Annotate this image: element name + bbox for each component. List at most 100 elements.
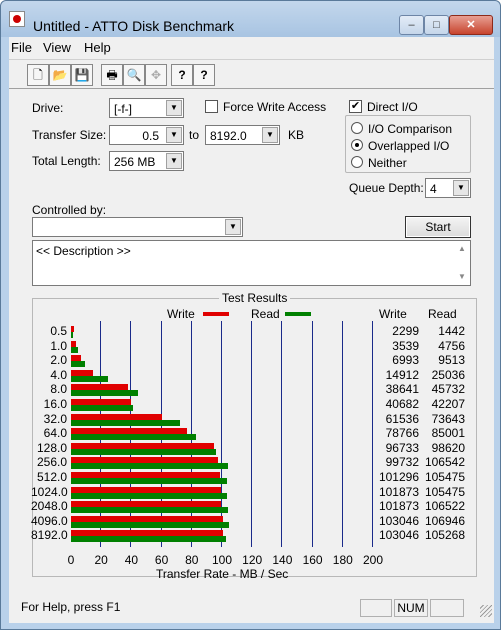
print-preview-icon: 🔍 bbox=[126, 68, 142, 82]
help-button[interactable]: ? bbox=[171, 64, 193, 86]
y-tick-label: 128.0 bbox=[36, 440, 67, 455]
window-title: Untitled - ATTO Disk Benchmark bbox=[33, 18, 234, 34]
y-tick-label: 512.0 bbox=[36, 470, 67, 484]
chart-gridline bbox=[312, 321, 313, 547]
queue-depth-label: Queue Depth: bbox=[349, 181, 424, 195]
write-value: 61536 bbox=[385, 411, 419, 426]
read-value: 9513 bbox=[438, 353, 465, 368]
menu-file[interactable]: File bbox=[11, 40, 32, 55]
transfer-to-select[interactable]: 8192.0 ▼ bbox=[205, 125, 280, 145]
title-bar[interactable]: Untitled - ATTO Disk Benchmark – □ ✕ bbox=[1, 1, 500, 37]
drive-label: Drive: bbox=[32, 101, 64, 115]
scroll-up-icon[interactable]: ▲ bbox=[455, 242, 469, 256]
save-button[interactable]: 💾 bbox=[71, 64, 93, 86]
x-tick-label: 100 bbox=[211, 553, 233, 567]
y-tick-label: 16.0 bbox=[43, 397, 67, 411]
write-legend-swatch bbox=[203, 312, 229, 316]
write-value: 101873 bbox=[378, 499, 419, 514]
read-value: 85001 bbox=[431, 426, 465, 441]
status-bar: For Help, press F1 NUM bbox=[9, 597, 494, 619]
x-tick-label: 0 bbox=[67, 553, 75, 567]
x-tick-label: 80 bbox=[185, 553, 199, 567]
chart-gridline bbox=[372, 321, 373, 547]
read-bar bbox=[71, 478, 227, 484]
chart-gridline bbox=[281, 321, 282, 547]
chevron-down-icon: ▼ bbox=[262, 127, 278, 143]
minimize-button[interactable]: – bbox=[399, 15, 424, 35]
chevron-down-icon: ▼ bbox=[225, 219, 241, 235]
write-value: 6993 bbox=[392, 353, 419, 368]
chart-gridline bbox=[251, 321, 252, 547]
transfer-to-value: 8192.0 bbox=[210, 129, 247, 143]
x-tick-label: 20 bbox=[94, 553, 108, 567]
results-chart bbox=[71, 321, 373, 547]
total-length-select[interactable]: 256 MB ▼ bbox=[109, 151, 184, 171]
y-tick-label: 4096.0 bbox=[31, 513, 68, 528]
scroll-down-icon[interactable]: ▼ bbox=[455, 270, 469, 284]
read-value: 1442 bbox=[438, 324, 465, 338]
menu-view[interactable]: View bbox=[43, 40, 71, 55]
write-value: 103046 bbox=[378, 528, 419, 543]
overlapped-io-radio[interactable] bbox=[351, 139, 363, 151]
move-button[interactable]: ✥ bbox=[145, 64, 167, 86]
queue-depth-select[interactable]: 4 ▼ bbox=[425, 178, 471, 198]
write-value: 99732 bbox=[385, 455, 419, 470]
new-button[interactable]: 🗋 bbox=[27, 64, 49, 86]
client-area: File View Help 🗋 📂 💾 🖶 🔍 ✥ ? ? Drive: [-… bbox=[9, 37, 494, 623]
read-value: 73643 bbox=[431, 411, 465, 426]
read-bar bbox=[71, 346, 78, 353]
open-button[interactable]: 📂 bbox=[49, 64, 71, 86]
controlled-by-label: Controlled by: bbox=[32, 203, 107, 217]
read-value: 106522 bbox=[424, 499, 465, 514]
app-window: Untitled - ATTO Disk Benchmark – □ ✕ Fil… bbox=[0, 0, 501, 630]
read-value: 105475 bbox=[424, 470, 465, 484]
drive-select[interactable]: [-f-] ▼ bbox=[109, 98, 184, 118]
context-help-icon: ? bbox=[200, 68, 208, 82]
new-icon: 🗋 bbox=[33, 68, 43, 82]
x-axis-title: Transfer Rate - MB / Sec bbox=[156, 567, 289, 581]
x-tick-label: 180 bbox=[332, 553, 353, 567]
start-button[interactable]: Start bbox=[405, 216, 471, 238]
neither-radio[interactable] bbox=[351, 156, 363, 168]
print-icon: 🖶 bbox=[106, 68, 118, 82]
close-button[interactable]: ✕ bbox=[449, 15, 493, 35]
read-bar bbox=[71, 419, 180, 426]
transfer-from-select[interactable]: 0.5 ▼ bbox=[109, 125, 184, 145]
app-icon bbox=[9, 11, 25, 27]
toolbar: 🗋 📂 💾 🖶 🔍 ✥ ? ? bbox=[9, 59, 494, 89]
y-tick-label: 256.0 bbox=[36, 455, 67, 470]
controlled-by-select[interactable]: ▼ bbox=[32, 217, 243, 237]
read-bar bbox=[71, 463, 229, 470]
io-comparison-radio[interactable] bbox=[351, 122, 363, 134]
y-tick-label: 2.0 bbox=[50, 353, 67, 368]
read-legend-label: Read bbox=[251, 307, 280, 321]
read-value: 45732 bbox=[431, 382, 465, 397]
print-preview-button[interactable]: 🔍 bbox=[123, 64, 145, 86]
y-tick-label: 32.0 bbox=[43, 411, 67, 426]
direct-io-checkbox[interactable]: ✔ bbox=[349, 100, 362, 113]
y-tick-label: 4.0 bbox=[50, 367, 67, 382]
overlapped-io-label: Overlapped I/O bbox=[368, 139, 450, 153]
resize-grip[interactable] bbox=[480, 605, 492, 617]
print-button[interactable]: 🖶 bbox=[101, 64, 123, 86]
status-help-text: For Help, press F1 bbox=[21, 600, 121, 614]
read-value: 98620 bbox=[431, 440, 465, 455]
read-bar bbox=[71, 375, 108, 382]
write-value: 101873 bbox=[378, 484, 419, 499]
write-legend-label: Write bbox=[167, 307, 195, 321]
read-column-header: Read bbox=[428, 307, 457, 321]
force-write-checkbox[interactable] bbox=[205, 100, 218, 113]
transfer-from-value: 0.5 bbox=[142, 129, 159, 143]
menu-help[interactable]: Help bbox=[84, 40, 111, 55]
x-tick-label: 40 bbox=[124, 553, 139, 567]
move-icon: ✥ bbox=[150, 68, 162, 82]
status-pane-scroll bbox=[430, 599, 464, 617]
read-bar bbox=[71, 361, 86, 368]
read-bar bbox=[71, 507, 229, 514]
queue-depth-value: 4 bbox=[430, 182, 437, 196]
context-help-button[interactable]: ? bbox=[193, 64, 215, 86]
read-bar bbox=[71, 405, 134, 411]
y-tick-label: 0.5 bbox=[50, 324, 67, 338]
maximize-button[interactable]: □ bbox=[424, 15, 449, 35]
description-textarea[interactable]: << Description >> ▲ ▼ bbox=[32, 240, 471, 286]
